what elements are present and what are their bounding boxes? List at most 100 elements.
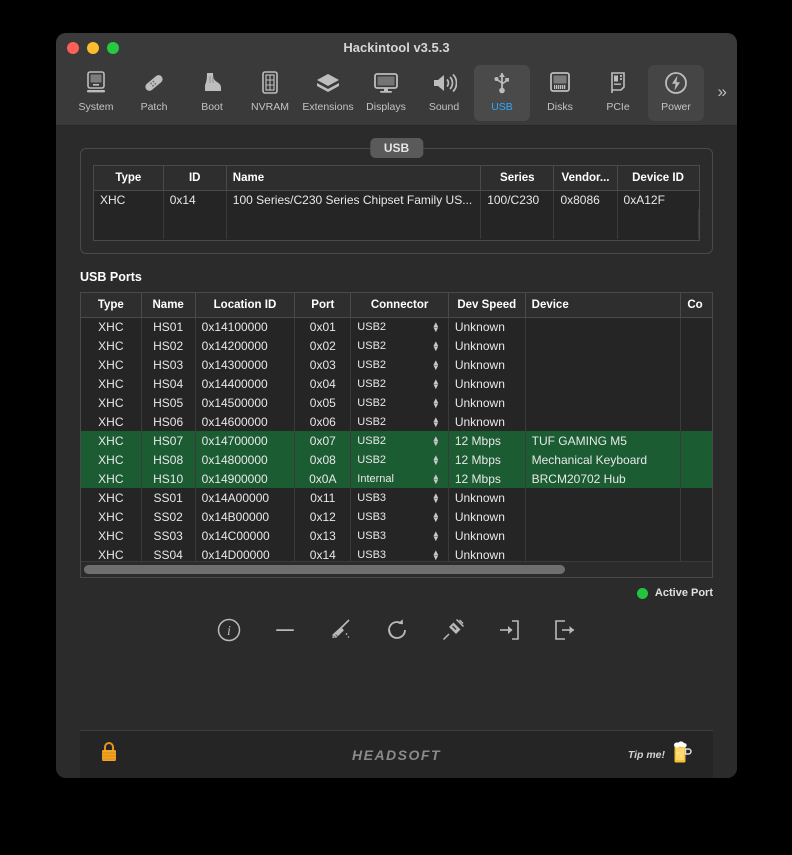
toolbar-item-extensions[interactable]: Extensions — [300, 65, 356, 121]
cell-connector[interactable]: USB2 ▲ ▼ — [350, 412, 449, 431]
toolbar-item-disks[interactable]: Disks — [532, 65, 588, 121]
cell-port: 0x07 — [294, 431, 352, 450]
cell-location-id: 0x14A00000 — [195, 488, 296, 507]
stepper-arrows-icon[interactable]: ▲ ▼ — [432, 548, 440, 561]
stepper-arrows-icon[interactable]: ▲ ▼ — [432, 510, 440, 523]
stepper-arrows-icon[interactable]: ▲ ▼ — [432, 472, 440, 485]
stepper-arrows-icon[interactable]: ▲ ▼ — [432, 415, 440, 428]
column-header-name[interactable]: Name — [226, 166, 482, 191]
table-empty-row — [94, 209, 699, 239]
inject-button[interactable] — [438, 615, 468, 645]
toolbar-item-pcie[interactable]: PCIe — [590, 65, 646, 121]
remove-button[interactable] — [270, 615, 300, 645]
column-header-name[interactable]: Name — [141, 293, 196, 318]
table-row[interactable]: XHC HS07 0x14700000 0x07 USB2 ▲ ▼ 12 Mbps TUF GA… — [81, 431, 712, 450]
import-button[interactable] — [494, 615, 524, 645]
headsoft-logo: HEADSOFT — [352, 746, 441, 763]
cell-device: TUF GAMING M5 — [525, 431, 682, 450]
cell-connector[interactable]: USB2 ▲ ▼ — [350, 431, 449, 450]
stepper-arrows-icon[interactable]: ▲ ▼ — [432, 453, 440, 466]
connector-value: USB2 — [357, 339, 387, 352]
stepper-arrows-icon[interactable]: ▲ ▼ — [432, 434, 440, 447]
table-row[interactable]: XHC HS01 0x14100000 0x01 USB2 ▲ ▼ Unknown — [81, 317, 712, 336]
column-header-series[interactable]: Series — [480, 166, 555, 191]
table-row[interactable]: XHC SS03 0x14C00000 0x13 USB3 ▲ ▼ Unknown — [81, 526, 712, 545]
toolbar-item-displays[interactable]: Displays — [358, 65, 414, 121]
column-header-id[interactable]: ID — [163, 166, 227, 191]
toolbar-item-system[interactable]: System — [68, 65, 124, 121]
horizontal-scrollbar[interactable] — [81, 561, 712, 577]
cell-connector[interactable]: USB3 ▲ ▼ — [350, 545, 449, 561]
column-header-type[interactable]: Type — [81, 293, 142, 318]
toolbar-label: Sound — [428, 101, 460, 113]
toolbar-item-patch[interactable]: Patch — [126, 65, 182, 121]
controllers-table: Type ID Name Series Vendor... Device ID … — [93, 165, 700, 241]
stepper-arrows-icon[interactable]: ▲ ▼ — [432, 491, 440, 504]
table-row[interactable]: XHC HS10 0x14900000 0x0A Internal ▲ ▼ 12 Mbps BR… — [81, 469, 712, 488]
cell-type: XHC — [81, 336, 142, 355]
table-row[interactable]: XHC HS08 0x14800000 0x08 USB2 ▲ ▼ 12 Mbps Mechan… — [81, 450, 712, 469]
cell-connector[interactable]: USB3 ▲ ▼ — [350, 526, 449, 545]
minus-icon — [275, 629, 294, 631]
column-header-connector[interactable]: Connector — [350, 293, 449, 318]
cell-connector[interactable]: USB2 ▲ ▼ — [350, 393, 449, 412]
info-icon: i — [217, 618, 240, 642]
info-button[interactable]: i — [214, 615, 244, 645]
broom-icon — [332, 619, 350, 639]
cell-co — [680, 431, 712, 450]
cell-vendor: 0x8086 — [553, 190, 618, 209]
table-row[interactable]: XHC HS02 0x14200000 0x02 USB2 ▲ ▼ Unknown — [81, 336, 712, 355]
toolbar-item-usb[interactable]: USB — [474, 65, 530, 121]
table-row[interactable]: XHC SS04 0x14D00000 0x14 USB3 ▲ ▼ Unknown — [81, 545, 712, 561]
toolbar-item-boot[interactable]: Boot — [184, 65, 240, 121]
table-row[interactable]: XHC 0x14 100 Series/C230 Series Chipset … — [94, 190, 699, 209]
stepper-arrows-icon[interactable]: ▲ ▼ — [432, 358, 440, 371]
cell-connector[interactable]: USB2 ▲ ▼ — [350, 336, 449, 355]
column-header-co[interactable]: Co — [680, 293, 712, 318]
column-header-device-id[interactable]: Device ID — [617, 166, 699, 191]
tip-me-button[interactable]: Tip me! — [628, 740, 693, 769]
cell-connector[interactable]: USB3 ▲ ▼ — [350, 488, 449, 507]
stepper-arrows-icon[interactable]: ▲ ▼ — [432, 529, 440, 542]
toolbar-item-power[interactable]: Power — [648, 65, 704, 121]
cell-connector[interactable]: USB2 ▲ ▼ — [350, 374, 449, 393]
table-row[interactable]: XHC SS02 0x14B00000 0x12 USB3 ▲ ▼ Unknown — [81, 507, 712, 526]
cell-connector[interactable]: USB2 ▲ ▼ — [350, 317, 449, 336]
toolbar-item-nvram[interactable]: NVRAM — [242, 65, 298, 121]
column-header-vendor[interactable]: Vendor... — [553, 166, 618, 191]
clean-button[interactable] — [326, 615, 356, 645]
cell-connector[interactable]: Internal ▲ ▼ — [350, 469, 449, 488]
column-header-location-id[interactable]: Location ID — [195, 293, 296, 318]
table-row[interactable]: XHC HS05 0x14500000 0x05 USB2 ▲ ▼ Unknown — [81, 393, 712, 412]
connector-value: USB2 — [357, 320, 387, 333]
toolbar-item-sound[interactable]: Sound — [416, 65, 472, 121]
scrollbar-thumb[interactable] — [84, 565, 566, 574]
active-port-label: Active Port — [654, 587, 713, 599]
stepper-arrows-icon[interactable]: ▲ ▼ — [432, 396, 440, 409]
table-row[interactable]: XHC SS01 0x14A00000 0x11 USB3 ▲ ▼ Unknown — [81, 488, 712, 507]
export-button[interactable] — [550, 615, 580, 645]
cell-connector[interactable]: USB2 ▲ ▼ — [350, 355, 449, 374]
stepper-arrows-icon[interactable]: ▲ ▼ — [432, 377, 440, 390]
content-area: USB Type ID Name Series Vendor... Device… — [56, 126, 737, 778]
toolbar-overflow-button[interactable]: » — [718, 83, 727, 100]
column-header-dev-speed[interactable]: Dev Speed — [448, 293, 526, 318]
title-bar: Hackintool v3.5.3 — [56, 33, 737, 63]
stepper-arrows-icon[interactable]: ▲ ▼ — [432, 339, 440, 352]
table-row[interactable]: XHC HS03 0x14300000 0x03 USB2 ▲ ▼ Unknown — [81, 355, 712, 374]
table-row[interactable]: XHC HS06 0x14600000 0x06 USB2 ▲ ▼ Unknown — [81, 412, 712, 431]
cell-id: 0x14 — [163, 190, 227, 209]
cell-connector[interactable]: USB3 ▲ ▼ — [350, 507, 449, 526]
toolbar-label: Disks — [547, 101, 573, 113]
column-header-port[interactable]: Port — [294, 293, 352, 318]
cell-name: SS04 — [141, 545, 196, 561]
refresh-button[interactable] — [382, 615, 412, 645]
stepper-arrows-icon[interactable]: ▲ ▼ — [432, 320, 440, 333]
cell-name: HS02 — [141, 336, 196, 355]
cell-connector[interactable]: USB2 ▲ ▼ — [350, 450, 449, 469]
tab-usb[interactable]: USB — [369, 138, 424, 158]
column-header-type[interactable]: Type — [94, 166, 164, 191]
table-row[interactable]: XHC HS04 0x14400000 0x04 USB2 ▲ ▼ Unknown — [81, 374, 712, 393]
cell-location-id: 0x14300000 — [195, 355, 296, 374]
column-header-device[interactable]: Device — [525, 293, 682, 318]
